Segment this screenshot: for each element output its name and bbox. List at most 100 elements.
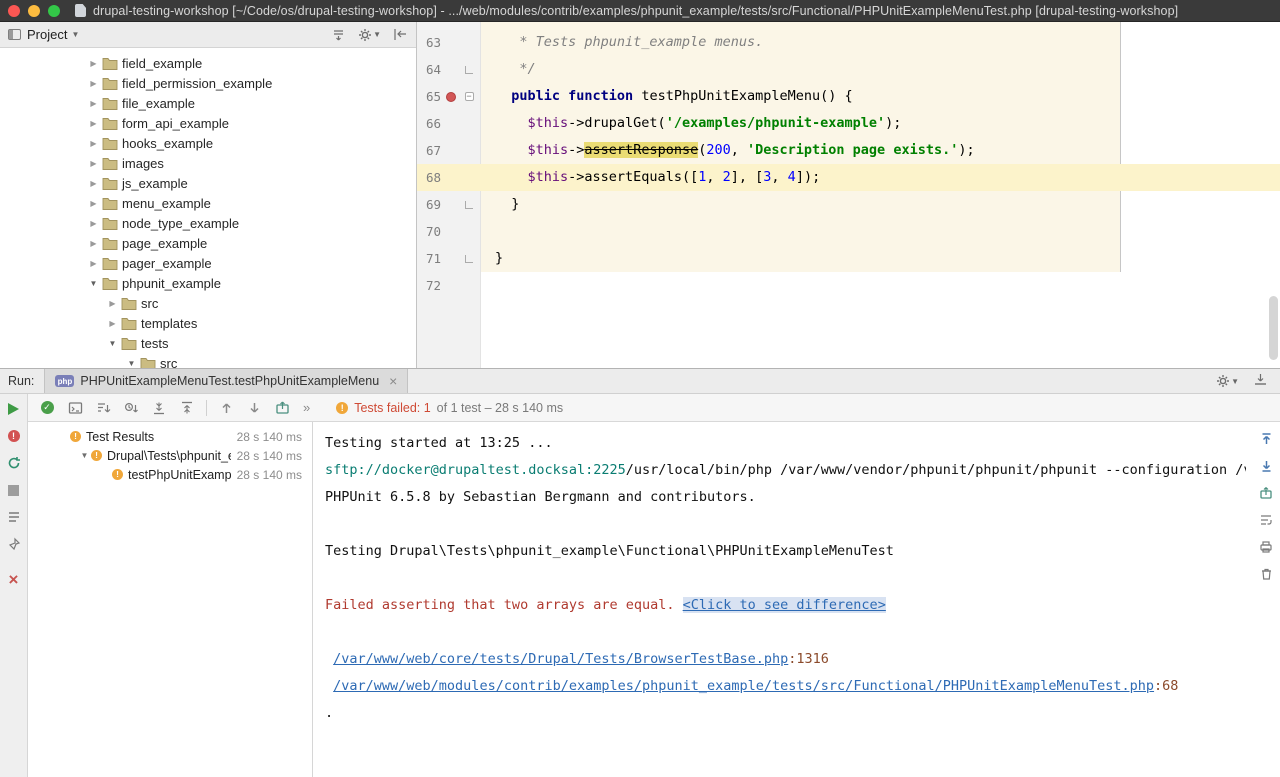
pin-tab-icon[interactable] <box>7 537 21 551</box>
project-tree-item[interactable]: ▼tests <box>0 333 416 353</box>
chevron-down-icon[interactable]: ▼ <box>124 359 139 368</box>
code-line[interactable]: public function testPhpUnitExampleMenu()… <box>481 83 853 110</box>
gear-icon[interactable]: ▼ <box>1216 374 1239 388</box>
chevron-down-icon[interactable]: ▼ <box>86 279 101 288</box>
test-tree-item[interactable]: !testPhpUnitExampleM...28 s 140 ms <box>28 465 312 484</box>
project-tree-item[interactable]: ▶js_example <box>0 173 416 193</box>
chevron-right-icon[interactable]: ▶ <box>105 319 120 328</box>
project-tree-item[interactable]: ▶src <box>0 293 416 313</box>
minimize-window-button[interactable] <box>28 5 40 17</box>
project-tree-item[interactable]: ▶field_example <box>0 53 416 73</box>
code-line[interactable]: $this->drupalGet('/examples/phpunit-exam… <box>481 110 901 137</box>
code-line-row[interactable]: 65− public function testPhpUnitExampleMe… <box>417 83 1280 110</box>
code-line-row[interactable]: 70 <box>417 218 1280 245</box>
project-tree-item[interactable]: ▶file_example <box>0 93 416 113</box>
hide-panel-icon[interactable] <box>393 27 408 42</box>
clear-console-icon[interactable] <box>1259 567 1273 581</box>
test-history-icon[interactable] <box>7 510 21 524</box>
code-line[interactable]: $this->assertResponse(200, 'Description … <box>481 137 975 164</box>
project-tree-item[interactable]: ▶field_permission_example <box>0 73 416 93</box>
chevron-right-icon[interactable]: ▶ <box>86 179 101 188</box>
close-window-button[interactable] <box>8 5 20 17</box>
project-tree-item[interactable]: ▶images <box>0 153 416 173</box>
stop-button[interactable] <box>7 483 21 497</box>
scroll-up-icon[interactable] <box>1259 432 1273 446</box>
stacktrace-link[interactable]: /var/www/web/core/tests/Drupal/Tests/Bro… <box>333 651 788 667</box>
test-tree-item[interactable]: ▼!Drupal\Tests\phpunit_ex...28 s 140 ms <box>28 446 312 465</box>
rerun-failed-tests-button[interactable]: ! <box>7 429 21 443</box>
minimize-panel-icon[interactable] <box>1253 372 1268 390</box>
gear-icon[interactable]: ▼ <box>358 28 381 42</box>
code-line[interactable] <box>481 272 495 299</box>
scroll-down-icon[interactable] <box>1259 459 1273 473</box>
chevron-right-icon[interactable]: ▶ <box>86 79 101 88</box>
hide-passed-icon[interactable]: ✓ <box>36 397 58 419</box>
code-line[interactable]: */ <box>481 56 536 83</box>
chevron-right-icon[interactable]: ▶ <box>86 99 101 108</box>
code-line[interactable] <box>481 218 495 245</box>
fold-collapse-icon[interactable]: − <box>465 92 474 101</box>
expand-all-icon[interactable] <box>148 397 170 419</box>
chevron-down-icon[interactable]: ▼ <box>105 339 120 348</box>
chevron-right-icon[interactable]: ▶ <box>86 119 101 128</box>
project-tree-item[interactable]: ▼phpunit_example <box>0 273 416 293</box>
show-console-icon[interactable] <box>64 397 86 419</box>
fold-end-icon[interactable] <box>465 201 473 209</box>
project-tree-item[interactable]: ▶menu_example <box>0 193 416 213</box>
more-actions-icon[interactable]: » <box>299 400 314 415</box>
chevron-right-icon[interactable]: ▶ <box>105 299 120 308</box>
project-tree-item[interactable]: ▶page_example <box>0 233 416 253</box>
project-tree-item[interactable]: ▶form_api_example <box>0 113 416 133</box>
code-line[interactable]: } <box>481 245 503 272</box>
sort-by-duration-icon[interactable] <box>120 397 142 419</box>
test-tree-item[interactable]: !Test Results28 s 140 ms <box>28 427 312 446</box>
zoom-window-button[interactable] <box>48 5 60 17</box>
chevron-right-icon[interactable]: ▶ <box>86 199 101 208</box>
rerun-button[interactable] <box>7 402 21 416</box>
stacktrace-link[interactable]: /var/www/web/modules/contrib/examples/ph… <box>333 678 1154 694</box>
code-line[interactable]: $this->assertEquals([1, 2], [3, 4]); <box>481 164 820 191</box>
test-failed-gutter-icon[interactable] <box>446 92 456 102</box>
collapse-all-icon[interactable] <box>331 27 346 42</box>
project-tree-item[interactable]: ▶templates <box>0 313 416 333</box>
code-line-row[interactable]: 66 $this->drupalGet('/examples/phpunit-e… <box>417 110 1280 137</box>
chevron-right-icon[interactable]: ▶ <box>86 139 101 148</box>
toggle-auto-test-icon[interactable] <box>7 456 21 470</box>
project-tree-item[interactable]: ▶node_type_example <box>0 213 416 233</box>
chevron-down-icon[interactable]: ▼ <box>78 451 91 460</box>
diff-link[interactable]: <Click to see difference> <box>683 597 886 613</box>
fold-end-icon[interactable] <box>465 255 473 263</box>
sort-alphabetically-icon[interactable] <box>92 397 114 419</box>
code-line[interactable]: } <box>481 191 519 218</box>
code-line-row[interactable]: 72 <box>417 272 1280 299</box>
project-panel-title[interactable]: Project <box>27 27 67 42</box>
code-line-row[interactable]: 67 $this->assertResponse(200, 'Descripti… <box>417 137 1280 164</box>
run-tab[interactable]: php PHPUnitExampleMenuTest.testPhpUnitEx… <box>44 369 408 393</box>
collapse-all-icon[interactable] <box>176 397 198 419</box>
close-panel-button[interactable]: × <box>7 572 21 586</box>
previous-occurrence-icon[interactable] <box>215 397 237 419</box>
chevron-right-icon[interactable]: ▶ <box>86 259 101 268</box>
project-tree-item[interactable]: ▶pager_example <box>0 253 416 273</box>
chevron-down-icon[interactable]: ▼ <box>71 30 79 39</box>
code-line-row[interactable]: 68 $this->assertEquals([1, 2], [3, 4]); <box>417 164 1280 191</box>
code-line-row[interactable]: 64 */ <box>417 56 1280 83</box>
next-occurrence-icon[interactable] <box>243 397 265 419</box>
export-icon[interactable] <box>1259 486 1273 500</box>
editor-scrollbar[interactable] <box>1269 296 1278 360</box>
project-tree-item[interactable]: ▶hooks_example <box>0 133 416 153</box>
code-line-row[interactable]: 71} <box>417 245 1280 272</box>
chevron-right-icon[interactable]: ▶ <box>86 219 101 228</box>
chevron-right-icon[interactable]: ▶ <box>86 59 101 68</box>
fold-end-icon[interactable] <box>465 66 473 74</box>
code-line[interactable]: * Tests phpunit_example menus. <box>481 29 763 56</box>
print-icon[interactable] <box>1259 540 1273 554</box>
code-line-row[interactable]: 63 * Tests phpunit_example menus. <box>417 29 1280 56</box>
close-tab-icon[interactable]: × <box>389 374 397 388</box>
chevron-right-icon[interactable]: ▶ <box>86 239 101 248</box>
export-test-results-icon[interactable] <box>271 397 293 419</box>
chevron-right-icon[interactable]: ▶ <box>86 159 101 168</box>
test-console[interactable]: Testing started at 13:25 ...sftp://docke… <box>313 422 1280 777</box>
code-editor[interactable]: 63 * Tests phpunit_example menus.64 */65… <box>417 22 1280 368</box>
soft-wrap-icon[interactable] <box>1259 513 1273 527</box>
